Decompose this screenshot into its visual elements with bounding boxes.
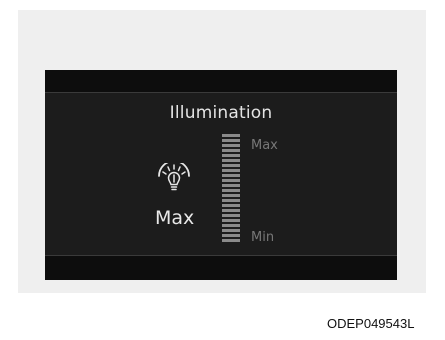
illumination-bulb-icon — [158, 163, 190, 191]
scale-segment — [222, 169, 240, 172]
scale-segment — [222, 199, 240, 202]
scale-segment — [222, 219, 240, 222]
image-code-label: ODEP049543L — [327, 316, 415, 331]
scale-segment — [222, 204, 240, 207]
scale-min-label: Min — [251, 230, 275, 245]
scale-segment — [222, 194, 240, 197]
display-divider-top — [45, 92, 397, 93]
scale-segment — [222, 144, 240, 147]
scale-segment — [222, 184, 240, 187]
display-top-bar — [45, 70, 397, 92]
scale-segment — [222, 234, 240, 237]
current-level-value: Max — [155, 207, 195, 229]
illumination-level-scale — [222, 134, 240, 242]
scale-segment — [222, 189, 240, 192]
scale-segment — [222, 209, 240, 212]
scale-segment — [222, 174, 240, 177]
scale-segment — [222, 139, 240, 142]
cluster-display: Illumination Max Max Min — [45, 70, 397, 280]
scale-segment — [222, 224, 240, 227]
scale-segment — [222, 214, 240, 217]
scale-segment — [222, 229, 240, 232]
scale-segment — [222, 164, 240, 167]
scale-segment — [222, 134, 240, 137]
display-bottom-bar — [45, 256, 397, 280]
display-title: Illumination — [169, 103, 273, 123]
scale-segment — [222, 179, 240, 182]
scale-max-label: Max — [251, 138, 278, 153]
scale-segment — [222, 239, 240, 242]
scale-segment — [222, 154, 240, 157]
scale-segment — [222, 149, 240, 152]
scale-segment — [222, 159, 240, 162]
